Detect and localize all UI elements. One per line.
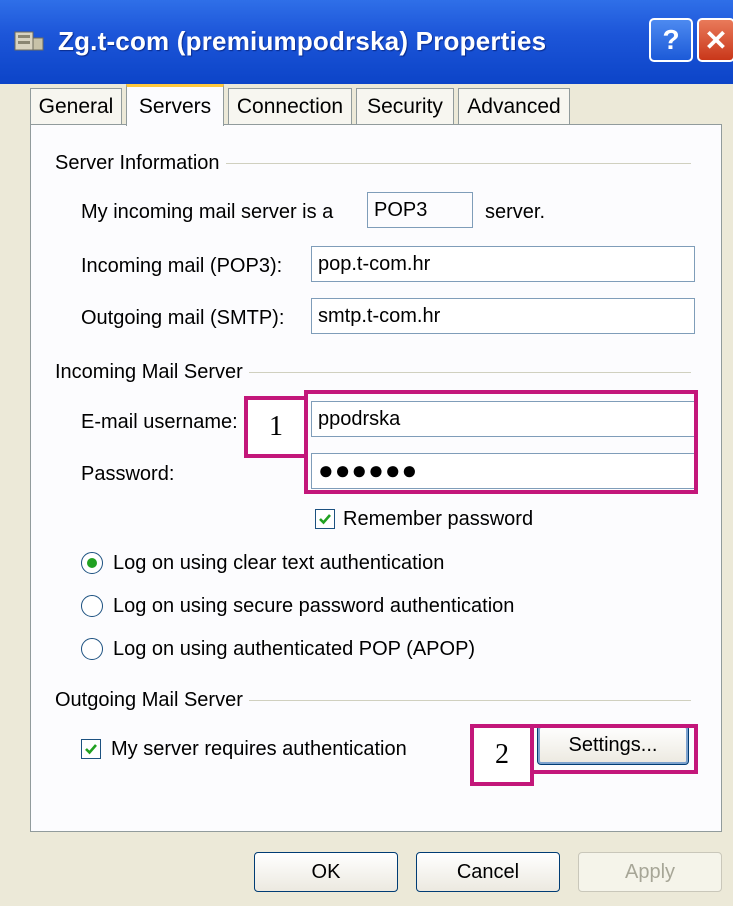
tab-servers[interactable]: Servers	[126, 84, 224, 126]
tab-general[interactable]: General	[30, 88, 122, 124]
checkmark-icon	[85, 744, 97, 755]
incoming-type-suffix: server.	[485, 201, 546, 223]
ok-button[interactable]: OK	[254, 852, 398, 892]
title-bar: Zg.t-com (premiumpodrska) Properties ? ✕	[0, 0, 733, 84]
remember-password-checkbox[interactable]	[315, 509, 335, 529]
outgoing-mail-field[interactable]: smtp.t-com.hr	[311, 298, 695, 334]
email-account-icon	[14, 30, 44, 52]
tab-connection[interactable]: Connection	[228, 88, 352, 124]
window-title: Zg.t-com (premiumpodrska) Properties	[58, 26, 547, 56]
secure-password-auth-label: Log on using secure password authenticat…	[113, 595, 515, 617]
annotation-highlight-credentials	[304, 390, 698, 494]
password-label: Password:	[81, 463, 175, 485]
annotation-highlight-settings	[530, 724, 698, 774]
incoming-server-group-label: Incoming Mail Server	[55, 361, 249, 384]
apply-button[interactable]: Apply	[578, 852, 722, 892]
apop-auth-radio[interactable]	[81, 638, 103, 660]
requires-auth-label: My server requires authentication	[111, 738, 407, 760]
radio-selected-dot	[87, 558, 97, 568]
clear-text-auth-radio[interactable]	[81, 552, 103, 574]
remember-password-label: Remember password	[343, 508, 534, 530]
incoming-mail-field[interactable]: pop.t-com.hr	[311, 246, 695, 282]
annotation-marker-2: 2	[470, 724, 534, 786]
annotation-marker-1: 1	[244, 396, 308, 458]
tab-security[interactable]: Security	[356, 88, 454, 124]
dialog-body: General Servers Connection Security Adva…	[0, 84, 733, 906]
checkmark-icon	[319, 514, 331, 525]
incoming-type-prefix: My incoming mail server is a	[81, 201, 334, 223]
incoming-mail-label: Incoming mail (POP3):	[81, 255, 283, 277]
help-button[interactable]: ?	[649, 18, 693, 62]
close-button[interactable]: ✕	[697, 18, 733, 62]
clear-text-auth-label: Log on using clear text authentication	[113, 552, 445, 574]
incoming-type-field: POP3	[367, 192, 473, 228]
secure-password-auth-radio[interactable]	[81, 595, 103, 617]
requires-auth-checkbox[interactable]	[81, 739, 101, 759]
server-information-group-label: Server Information	[55, 152, 226, 175]
cancel-button[interactable]: Cancel	[416, 852, 560, 892]
outgoing-mail-label: Outgoing mail (SMTP):	[81, 307, 285, 329]
tab-advanced[interactable]: Advanced	[458, 88, 570, 124]
apop-auth-label: Log on using authenticated POP (APOP)	[113, 638, 476, 660]
username-label: E-mail username:	[81, 411, 238, 433]
outgoing-server-group-label: Outgoing Mail Server	[55, 689, 249, 712]
